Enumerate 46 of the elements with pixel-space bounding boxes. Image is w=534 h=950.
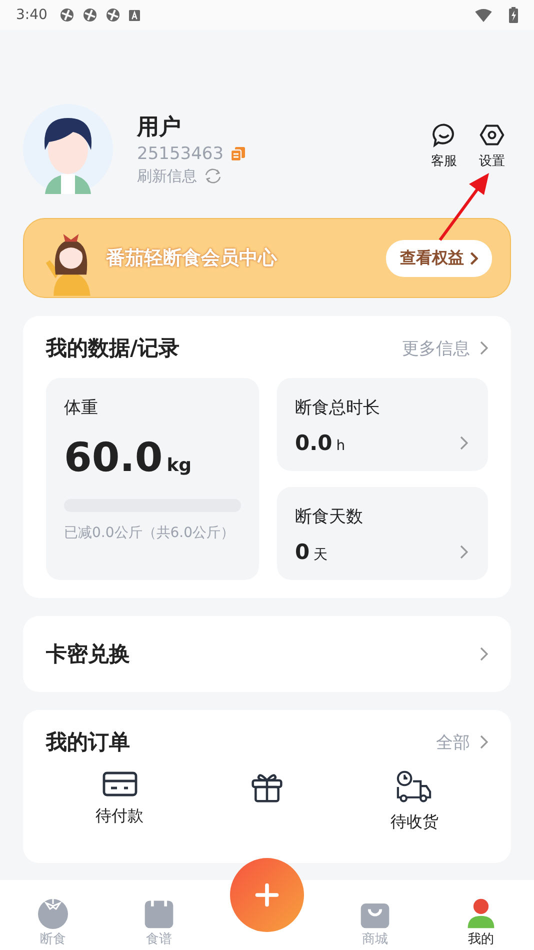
chat-icon[interactable] (431, 122, 457, 148)
annotation-arrow (438, 172, 490, 242)
app-notification-icon (83, 8, 98, 22)
card-title: 我的数据/记录 (46, 335, 181, 362)
card-icon[interactable] (102, 770, 138, 798)
stat-label: 断食天数 (295, 507, 363, 527)
weight-note: 已减0.0公斤（共6.0公斤） (64, 524, 236, 543)
view-benefits-button[interactable]: 查看权益 (386, 240, 492, 276)
copy-icon[interactable] (230, 146, 246, 162)
wifi-icon (475, 8, 492, 22)
chevron-icon[interactable] (480, 735, 488, 749)
weight-label: 体重 (64, 397, 99, 419)
action-label[interactable]: 客服 (431, 152, 457, 170)
user-id: 25153463 (137, 144, 224, 164)
status-time: 3:40 (16, 7, 48, 23)
chevron-icon (470, 252, 478, 264)
weight-unit: kg (166, 455, 192, 476)
user-name: 用户 (137, 114, 182, 142)
stat-panel[interactable]: 断食天数 0 天 (277, 487, 488, 580)
order-status-label[interactable]: 待付款 (96, 806, 144, 827)
settings-icon[interactable] (479, 122, 505, 148)
battery-icon (509, 7, 518, 23)
chevron-icon[interactable] (460, 545, 468, 559)
banner-title: 番茄轻断食会员中心 (106, 246, 278, 271)
chevron-icon[interactable] (480, 341, 488, 355)
stat-unit: 天 (314, 546, 328, 564)
keyboard-notification-icon (129, 10, 140, 20)
refresh-icon[interactable] (203, 166, 223, 186)
card-title: 我的订单 (46, 729, 131, 756)
plus-icon (254, 882, 280, 908)
membership-banner[interactable]: 番茄轻断食会员中心 查看权益 (23, 218, 511, 298)
truck-icon[interactable] (395, 770, 434, 804)
action-label[interactable]: 设置 (479, 152, 505, 170)
stat-label: 断食总时长 (295, 398, 380, 418)
stat-value: 0.0 (295, 431, 332, 455)
chevron-icon[interactable] (480, 647, 488, 661)
chevron-icon[interactable] (460, 436, 468, 450)
app-notification-icon (106, 8, 120, 22)
stat-value: 0 (295, 540, 310, 564)
stat-unit: h (336, 438, 346, 454)
stat-panel[interactable]: 断食总时长 0.0 h (277, 378, 488, 471)
weight-value: 60.0 (64, 435, 163, 481)
order-status-label[interactable]: 待收货 (390, 812, 438, 833)
app-notification-icon (60, 8, 74, 22)
nav-tab[interactable]: 我的 (446, 896, 516, 948)
redeem-row[interactable]: 卡密兑换 (23, 616, 511, 692)
